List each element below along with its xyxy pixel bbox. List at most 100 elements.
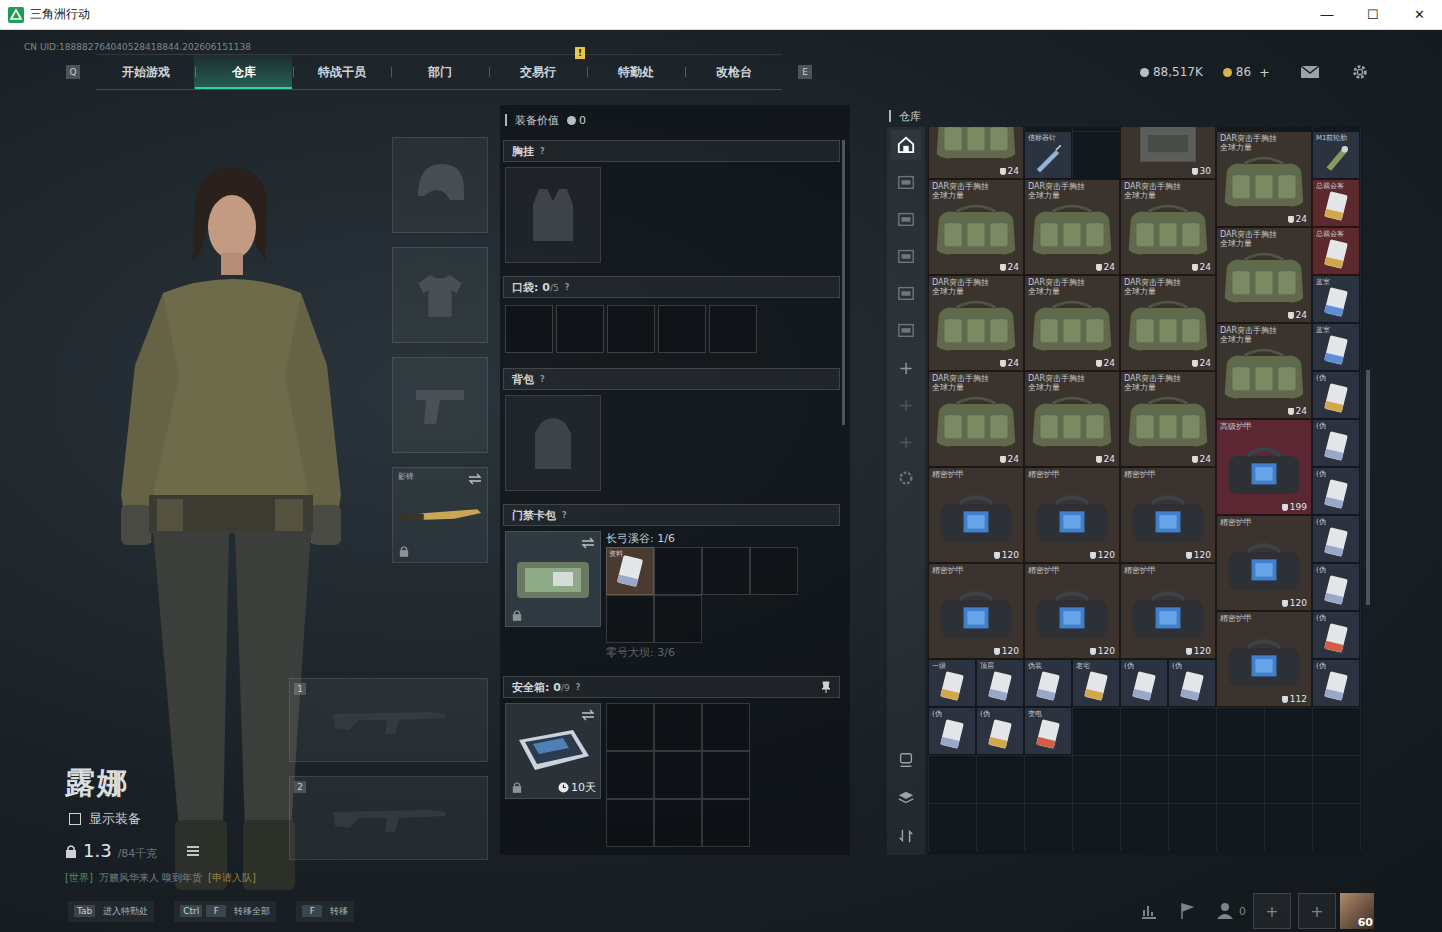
nav-tab[interactable]: 改枪台 — [684, 55, 782, 89]
warehouse-item[interactable]: 精密护甲120 — [1024, 563, 1120, 659]
mail-icon[interactable] — [1300, 63, 1320, 81]
warehouse-tab[interactable] — [891, 167, 921, 197]
safe-cell[interactable] — [702, 703, 750, 751]
chest-rig-slot[interactable] — [505, 167, 601, 263]
window-control-button[interactable]: ☐ — [1350, 7, 1396, 22]
warehouse-tab[interactable] — [891, 204, 921, 234]
warehouse-scrollbar[interactable] — [1366, 370, 1370, 605]
keycard-cell[interactable] — [750, 547, 798, 595]
warehouse-item[interactable]: (伪 — [1120, 659, 1168, 707]
warehouse-tab[interactable]: + — [891, 426, 921, 456]
warehouse-tab[interactable] — [891, 278, 921, 308]
warehouse-item[interactable]: 精密护甲120 — [928, 563, 1024, 659]
help-icon[interactable]: ? — [562, 511, 567, 520]
warehouse-item[interactable]: 24 — [928, 127, 1024, 179]
warehouse-item[interactable]: DAR突击手胸挂全球力量24 — [1120, 371, 1216, 467]
warehouse-item[interactable]: 变电 — [1024, 707, 1072, 755]
nav-tab[interactable]: 特战干员 — [292, 55, 390, 89]
warehouse-item[interactable]: DAR突击手胸挂全球力量24 — [928, 371, 1024, 467]
show-gear-toggle[interactable]: 显示装备 — [69, 810, 289, 828]
key-hint[interactable]: Tab进入特勤处 — [68, 901, 154, 922]
warehouse-item[interactable]: 蓝室 — [1312, 323, 1360, 371]
weapon-slot[interactable]: 2 — [289, 776, 488, 860]
warehouse-item[interactable]: 精密护甲120 — [1024, 467, 1120, 563]
warehouse-item[interactable]: (伪 — [1312, 371, 1360, 419]
keycard-cell[interactable]: 资料 — [606, 547, 654, 595]
party-slot[interactable]: + — [1253, 893, 1291, 929]
warehouse-tab[interactable]: + — [891, 389, 921, 419]
warehouse-item[interactable]: 老宅 — [1072, 659, 1120, 707]
help-icon[interactable]: ? — [565, 283, 570, 292]
safe-cell[interactable] — [654, 799, 702, 847]
warehouse-item[interactable]: (伪 — [1312, 563, 1360, 611]
warehouse-item[interactable]: DAR突击手胸挂全球力量24 — [1216, 323, 1312, 419]
warehouse-tool[interactable] — [891, 745, 921, 775]
loadout-scrollbar[interactable] — [842, 140, 845, 425]
warehouse-item[interactable]: 精密护甲120 — [1120, 563, 1216, 659]
safe-cell[interactable] — [606, 703, 654, 751]
swap-icon[interactable] — [581, 709, 595, 721]
chat-line[interactable]: [世界]万籁风华来人 嗅到年货[申请入队] — [65, 871, 289, 885]
safe-cell[interactable] — [654, 751, 702, 799]
equipment-slot[interactable] — [392, 137, 488, 233]
weapon-slot[interactable]: 1 — [289, 678, 488, 762]
help-icon[interactable]: ? — [540, 375, 545, 384]
pin-icon[interactable] — [821, 681, 831, 693]
warehouse-item[interactable]: (伪 — [1312, 419, 1360, 467]
warehouse-item[interactable]: 总裁会客 — [1312, 179, 1360, 227]
warehouse-item[interactable]: 一级 — [928, 659, 976, 707]
warehouse-tool[interactable] — [891, 821, 921, 851]
warehouse-item[interactable]: 蓝室 — [1312, 275, 1360, 323]
keycard-case-slot[interactable] — [505, 531, 601, 627]
settings-gear-icon[interactable] — [1350, 63, 1370, 81]
pocket-slot[interactable] — [607, 305, 655, 353]
warehouse-item[interactable]: (伪 — [1312, 611, 1360, 659]
safe-cell[interactable] — [702, 799, 750, 847]
chat-action[interactable]: [申请入队] — [208, 871, 256, 885]
warehouse-item[interactable]: (伪 — [1312, 467, 1360, 515]
warehouse-item[interactable]: 精密护甲120 — [928, 467, 1024, 563]
nav-tab[interactable]: 特勤处! — [586, 55, 684, 89]
warehouse-item[interactable]: DAR突击手胸挂全球力量24 — [1216, 227, 1312, 323]
warehouse-item[interactable]: 精密护甲120 — [1120, 467, 1216, 563]
pocket-slot[interactable] — [505, 305, 553, 353]
key-hint[interactable]: F转移 — [296, 901, 354, 922]
pocket-slot[interactable] — [709, 305, 757, 353]
show-gear-checkbox[interactable] — [69, 813, 81, 825]
warehouse-item[interactable]: M1前轮胎 — [1312, 131, 1360, 179]
warehouse-item[interactable]: 30 — [1120, 127, 1216, 179]
equipment-slot[interactable] — [392, 247, 488, 343]
safe-cell[interactable] — [606, 799, 654, 847]
warehouse-item[interactable]: (伪 — [1312, 515, 1360, 563]
warehouse-item[interactable]: 伪装 — [1024, 659, 1072, 707]
warehouse-item[interactable]: DAR突击手胸挂全球力量24 — [928, 275, 1024, 371]
warehouse-tab[interactable] — [891, 241, 921, 271]
swap-icon[interactable] — [581, 537, 595, 549]
equipment-slot[interactable] — [392, 357, 488, 453]
warehouse-item[interactable]: 信标器针 — [1024, 131, 1072, 179]
warehouse-item[interactable]: DAR突击手胸挂全球力量24 — [1120, 179, 1216, 275]
warehouse-item[interactable]: (伪 — [1168, 659, 1216, 707]
warehouse-tab[interactable] — [891, 315, 921, 345]
equipment-slot[interactable]: 影锋 — [392, 467, 488, 563]
warehouse-item[interactable]: 精密护甲112 — [1216, 611, 1312, 707]
warehouse-item[interactable]: 高级护甲199 — [1216, 419, 1312, 515]
warehouse-item[interactable]: 顶层 — [976, 659, 1024, 707]
warehouse-item[interactable]: DAR突击手胸挂全球力量24 — [1024, 371, 1120, 467]
keycard-cell[interactable] — [654, 547, 702, 595]
safe-cell[interactable] — [654, 703, 702, 751]
warehouse-item[interactable]: DAR突击手胸挂全球力量24 — [1024, 275, 1120, 371]
prev-tab-key[interactable]: Q — [66, 65, 80, 79]
flag-icon[interactable] — [1177, 901, 1197, 921]
help-icon[interactable]: ? — [576, 683, 581, 692]
stats-icon[interactable] — [1139, 901, 1159, 921]
warehouse-item[interactable]: DAR突击手胸挂全球力量24 — [1024, 179, 1120, 275]
window-control-button[interactable]: — — [1304, 7, 1350, 22]
nav-tab[interactable]: 仓库 — [194, 55, 292, 89]
warehouse-tool[interactable] — [891, 783, 921, 813]
backpack-slot[interactable] — [505, 395, 601, 491]
warehouse-tab[interactable] — [891, 130, 921, 160]
pocket-slot[interactable] — [556, 305, 604, 353]
help-icon[interactable]: ? — [540, 147, 545, 156]
player-avatar[interactable]: 60 — [1340, 893, 1374, 929]
